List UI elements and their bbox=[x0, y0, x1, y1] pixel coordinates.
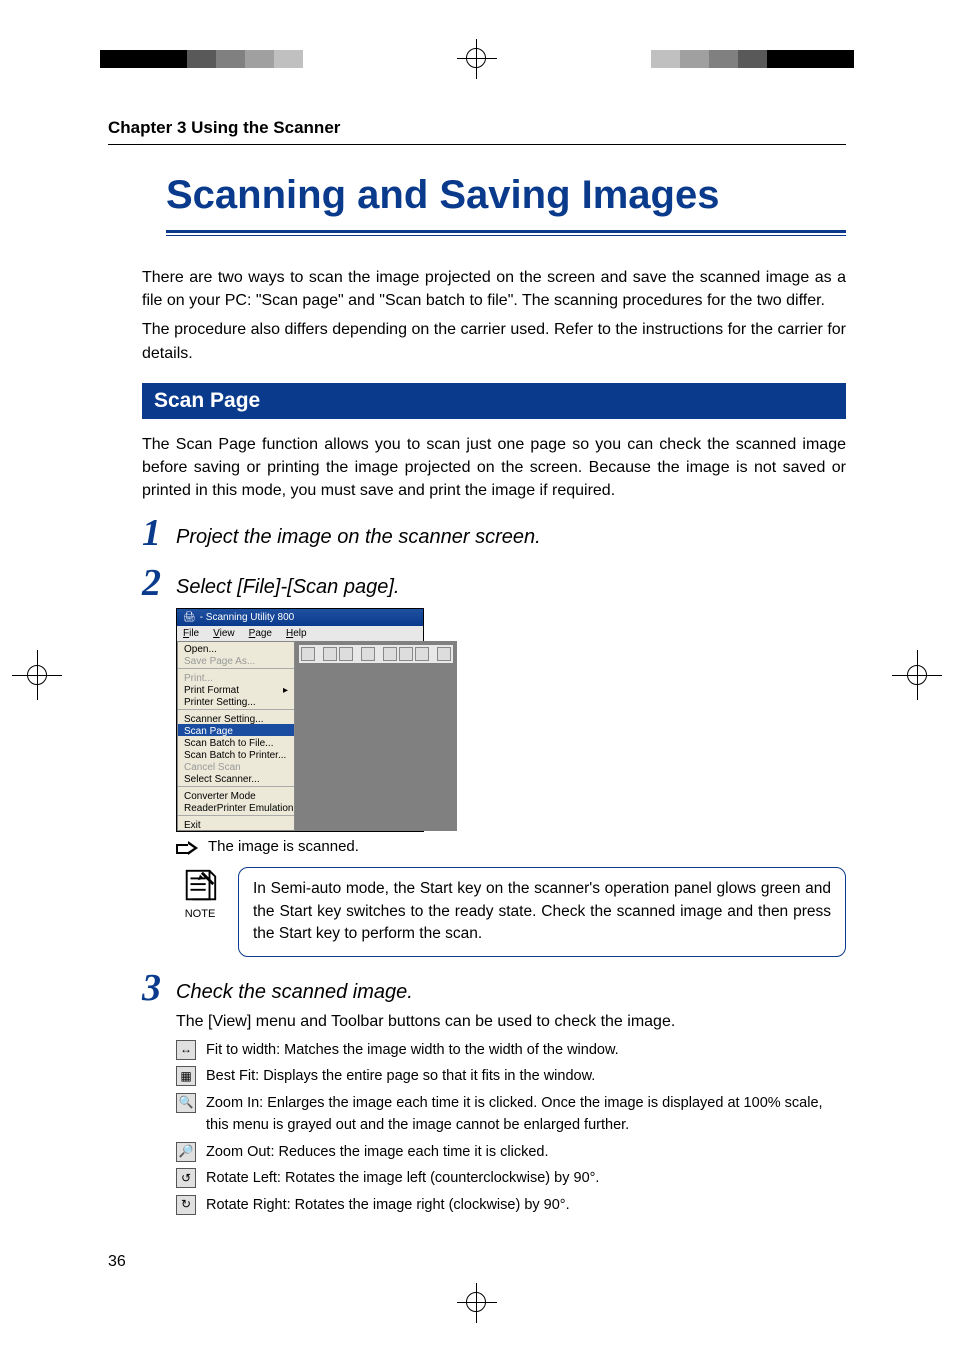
result-arrow-icon bbox=[176, 840, 198, 854]
best-fit-desc: Best Fit: Displays the entire page so th… bbox=[206, 1065, 595, 1087]
title-underline bbox=[166, 230, 846, 236]
page-title: Scanning and Saving Images bbox=[166, 173, 846, 226]
view-tools-list: ↔ Fit to width: Matches the image width … bbox=[176, 1039, 846, 1216]
menu-view[interactable]: View bbox=[213, 628, 235, 639]
step-number: 1 bbox=[142, 514, 176, 552]
menubar[interactable]: File View Page Help bbox=[177, 626, 423, 641]
chapter-heading: Chapter 3 Using the Scanner bbox=[108, 118, 846, 145]
scan-result-row: The image is scanned. bbox=[176, 838, 846, 855]
step-text: Select [File]-[Scan page]. bbox=[176, 564, 399, 599]
window-title: - Scanning Utility 800 bbox=[200, 612, 295, 623]
toolbar-button[interactable] bbox=[383, 647, 397, 661]
toolbar-button[interactable] bbox=[437, 647, 451, 661]
menu-item-open[interactable]: Open... bbox=[178, 642, 294, 654]
menu-item-exit[interactable]: Exit bbox=[178, 818, 294, 830]
menu-item-scan-page[interactable]: Scan Page bbox=[178, 724, 294, 736]
rotate-right-icon: ↻ bbox=[176, 1195, 196, 1215]
zoom-in-desc: Zoom In: Enlarges the image each time it… bbox=[206, 1092, 846, 1137]
step-3-subtext: The [View] menu and Toolbar buttons can … bbox=[176, 1013, 846, 1031]
best-fit-icon: ▦ bbox=[176, 1066, 196, 1086]
step-text: Project the image on the scanner screen. bbox=[176, 514, 541, 549]
menu-item-converter-mode[interactable]: Converter Mode bbox=[178, 789, 294, 801]
section-heading-scan-page: Scan Page bbox=[142, 383, 846, 419]
fit-width-desc: Fit to width: Matches the image width to… bbox=[206, 1039, 619, 1061]
menu-item-scan-batch-printer[interactable]: Scan Batch to Printer... bbox=[178, 748, 294, 760]
toolbar-button[interactable] bbox=[415, 647, 429, 661]
crop-mark-right bbox=[892, 650, 942, 700]
crop-marks-bottom bbox=[0, 1283, 954, 1301]
app-icon: 🖨 bbox=[183, 612, 196, 623]
menu-item-printer-setting[interactable]: Printer Setting... bbox=[178, 695, 294, 707]
document-area bbox=[295, 641, 457, 831]
intro-paragraph-2: The procedure also differs depending on … bbox=[142, 318, 846, 364]
toolbar[interactable] bbox=[299, 645, 453, 663]
crop-mark-left bbox=[12, 650, 62, 700]
menu-help[interactable]: Help bbox=[286, 628, 307, 639]
file-menu-dropdown[interactable]: Open... Save Page As... Print... Print F… bbox=[177, 641, 295, 831]
toolbar-button[interactable] bbox=[339, 647, 353, 661]
note-block: NOTE In Semi-auto mode, the Start key on… bbox=[176, 867, 846, 956]
intro-paragraph-1: There are two ways to scan the image pro… bbox=[142, 266, 846, 312]
crop-mark-icon bbox=[457, 39, 497, 79]
crop-marks-top bbox=[0, 50, 954, 68]
zoom-out-icon: 🔎 bbox=[176, 1142, 196, 1162]
menu-item-rp-emulation[interactable]: ReaderPrinter Emulation Mode bbox=[178, 801, 294, 813]
menu-file[interactable]: File bbox=[183, 628, 199, 639]
zoom-out-desc: Zoom Out: Reduces the image each time it… bbox=[206, 1141, 549, 1163]
toolbar-button[interactable] bbox=[323, 647, 337, 661]
page-number: 36 bbox=[108, 1253, 126, 1271]
step-3: 3 Check the scanned image. bbox=[142, 969, 846, 1007]
app-screenshot: 🖨 - Scanning Utility 800 File View Page … bbox=[176, 608, 424, 832]
menu-item-scan-batch-file[interactable]: Scan Batch to File... bbox=[178, 736, 294, 748]
note-icon bbox=[181, 867, 219, 905]
menu-page[interactable]: Page bbox=[249, 628, 272, 639]
menu-item-print-format[interactable]: Print Format▸ bbox=[178, 683, 294, 695]
step-number: 2 bbox=[142, 564, 176, 602]
rotate-left-icon: ↺ bbox=[176, 1168, 196, 1188]
step-1: 1 Project the image on the scanner scree… bbox=[142, 514, 846, 552]
toolbar-button[interactable] bbox=[301, 647, 315, 661]
crop-mark-icon bbox=[457, 1283, 497, 1323]
toolbar-button[interactable] bbox=[399, 647, 413, 661]
fit-width-icon: ↔ bbox=[176, 1040, 196, 1060]
window-titlebar: 🖨 - Scanning Utility 800 bbox=[177, 609, 423, 626]
zoom-in-icon: 🔍 bbox=[176, 1093, 196, 1113]
toolbar-button[interactable] bbox=[361, 647, 375, 661]
step-2: 2 Select [File]-[Scan page]. bbox=[142, 564, 846, 602]
step-number: 3 bbox=[142, 969, 176, 1007]
menu-item-save-as: Save Page As... bbox=[178, 654, 294, 666]
note-label: NOTE bbox=[176, 908, 224, 920]
step-text: Check the scanned image. bbox=[176, 969, 413, 1004]
menu-item-cancel-scan: Cancel Scan bbox=[178, 760, 294, 772]
section-description: The Scan Page function allows you to sca… bbox=[142, 433, 846, 503]
menu-item-print: Print... bbox=[178, 671, 294, 683]
menu-item-scanner-setting[interactable]: Scanner Setting... bbox=[178, 712, 294, 724]
note-text: In Semi-auto mode, the Start key on the … bbox=[238, 867, 846, 956]
rotate-right-desc: Rotate Right: Rotates the image right (c… bbox=[206, 1194, 570, 1216]
menu-item-select-scanner[interactable]: Select Scanner... bbox=[178, 772, 294, 784]
rotate-left-desc: Rotate Left: Rotates the image left (cou… bbox=[206, 1167, 599, 1189]
scan-result-text: The image is scanned. bbox=[208, 838, 359, 855]
